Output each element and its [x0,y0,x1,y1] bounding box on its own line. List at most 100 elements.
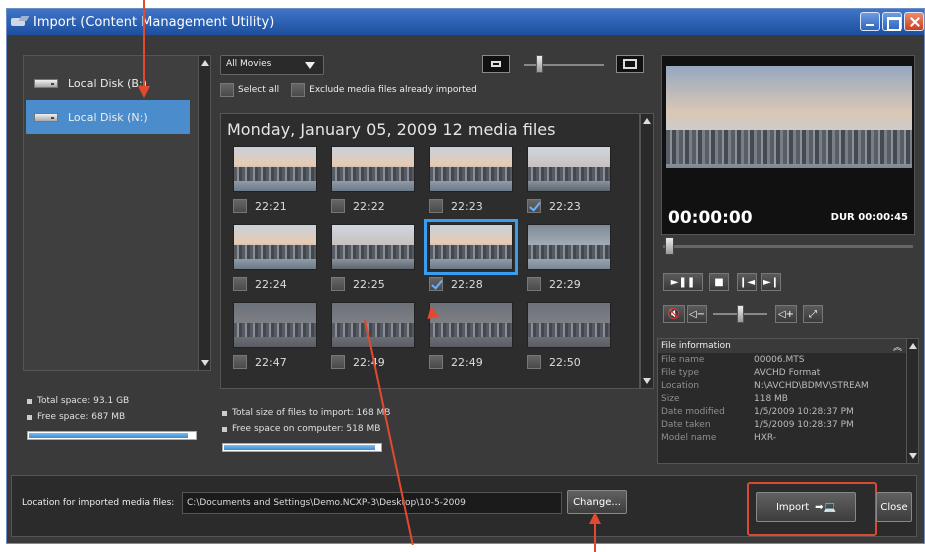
media-checkbox[interactable] [527,199,541,213]
file-info-value: 1/5/2009 10:28:37 PM [754,419,854,430]
media-gallery: Monday, January 05, 2009 12 media files … [220,113,640,389]
volume-up-button[interactable]: ◁+ [775,305,797,323]
annotation-arrowhead [589,512,601,524]
preview-image [666,66,912,168]
disk-item-b[interactable]: Local Disk (B:) [26,66,190,100]
media-checkbox[interactable] [429,277,443,291]
media-checkbox[interactable] [429,355,443,369]
playback-time: 00:00:00 [668,208,753,228]
previous-button[interactable]: ❙◄ [737,273,757,291]
fullscreen-button[interactable]: ⤢ [803,305,823,323]
annotation-arrow [143,0,145,88]
stop-icon: ■ [714,276,724,288]
media-thumbnail[interactable] [233,146,317,192]
media-item-label: 22:25 [331,277,385,291]
file-info-value: 1/5/2009 10:28:37 PM [754,406,854,417]
window-title: Import (Content Management Utility) [33,14,275,30]
media-thumbnail[interactable] [331,224,415,270]
media-time: 22:49 [451,355,483,369]
media-item-label: 22:21 [233,199,287,213]
media-item-label: 22:23 [527,199,581,213]
media-checkbox[interactable] [331,355,345,369]
media-thumbnail[interactable] [233,302,317,348]
main-area: Local Disk (B:) Local Disk (N:) Total sp… [13,41,919,465]
next-button[interactable]: ►❙ [761,273,781,291]
import-button[interactable]: Import ➡💻 [756,492,856,522]
volume-up-icon: ◁+ [777,308,795,320]
media-checkbox[interactable] [527,277,541,291]
filter-dropdown[interactable]: All Movies [220,55,324,75]
file-info-value: 00006.MTS [754,354,805,365]
media-checkbox[interactable] [331,199,345,213]
disk-free-progress [27,431,197,440]
select-all-label: Select all [238,85,280,95]
hard-disk-icon [34,112,58,122]
disk-space-stats: Total space: 93.1 GB Free space: 687 MB [27,393,197,447]
file-info-key: File type [661,367,700,378]
media-checkbox[interactable] [233,277,247,291]
media-thumbnail[interactable] [424,219,518,275]
media-checkbox[interactable] [233,199,247,213]
scroll-down-icon[interactable] [643,378,651,384]
media-thumbnail[interactable] [527,146,611,192]
seek-bar[interactable] [663,245,913,248]
mute-button[interactable]: 🔇 [663,305,685,323]
media-thumbnail[interactable] [429,146,513,192]
volume-thumb[interactable] [737,305,744,323]
close-button[interactable]: Close [876,492,912,522]
scroll-down-icon[interactable] [909,453,917,459]
media-checkbox[interactable] [527,355,541,369]
gallery-date-header: Monday, January 05, 2009 12 media files [227,120,556,139]
media-time: 22:23 [451,199,483,213]
file-info-panel: File information ︽ File name 00006.MTS File… [657,338,919,464]
total-space-text: Total space: 93.1 GB [37,396,130,406]
file-info-row: Date modified 1/5/2009 10:28:37 PM [658,405,918,418]
media-thumbnail[interactable] [527,302,611,348]
maximize-button[interactable] [882,12,902,31]
play-pause-button[interactable]: ►❚❚ [663,273,703,291]
close-window-button[interactable] [904,12,924,31]
media-item-label: 22:49 [331,355,385,369]
disk-free-fill [29,433,189,438]
media-thumbnail[interactable] [331,302,415,348]
computer-free-space-text: Free space on computer: 518 MB [232,424,381,434]
media-checkbox[interactable] [331,277,345,291]
file-info-row: File name 00006.MTS [658,353,918,366]
media-thumbnail[interactable] [429,302,513,348]
select-all-checkbox[interactable] [220,83,234,97]
media-item-label: 22:23 [429,199,483,213]
scroll-up-icon[interactable] [643,118,651,124]
change-button[interactable]: Change... [567,490,627,514]
media-thumbnail[interactable] [331,146,415,192]
total-import-size-text: Total size of files to import: 168 MB [232,408,391,418]
gallery-scrollbar[interactable] [640,113,654,389]
bullet-icon [222,426,227,432]
minimize-button[interactable] [860,12,880,31]
bottom-bar: Location for imported media files: C:\Do… [11,475,917,537]
exclude-imported-label: Exclude media files already imported [309,85,477,95]
free-space-text: Free space: 687 MB [37,412,126,422]
media-time: 22:49 [353,355,385,369]
location-field[interactable]: C:\Documents and Settings\Demo.NCXP-3\De… [182,492,562,514]
disk-item-n[interactable]: Local Disk (N:) [26,100,190,134]
exclude-imported-checkbox[interactable] [291,83,306,97]
file-info-value: AVCHD Format [754,367,821,378]
media-checkbox[interactable] [429,199,443,213]
scroll-up-icon[interactable] [201,60,209,66]
file-info-scrollbar[interactable] [906,339,918,463]
file-info-key: Date modified [661,406,725,417]
media-checkbox[interactable] [233,355,247,369]
small-thumbnail-icon[interactable] [482,55,510,73]
disk-list-scrollbar[interactable] [198,56,210,370]
media-thumbnail[interactable] [233,224,317,270]
stop-button[interactable]: ■ [709,273,729,291]
annotation-arrowhead [424,304,440,320]
volume-down-button[interactable]: ◁− [687,305,707,323]
seek-thumb[interactable] [665,237,674,255]
scroll-down-icon[interactable] [201,360,209,366]
thumbnail-size-thumb[interactable] [536,55,543,73]
scroll-up-icon[interactable] [909,343,917,349]
media-time: 22:25 [353,277,385,291]
media-thumbnail[interactable] [527,224,611,270]
large-thumbnail-icon[interactable] [616,55,644,73]
